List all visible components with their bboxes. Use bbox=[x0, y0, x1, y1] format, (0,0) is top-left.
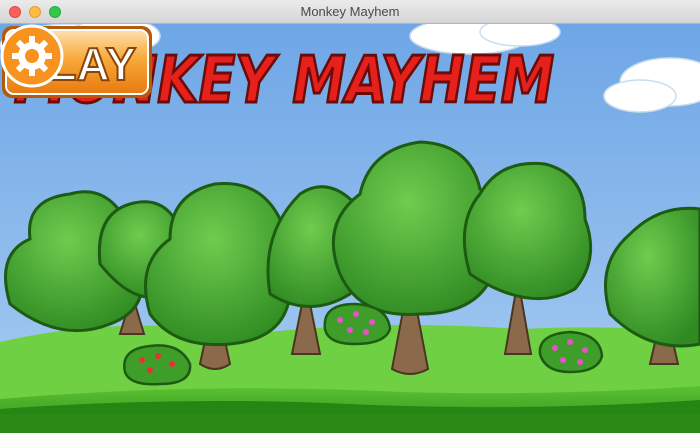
game-scene: MONKEY MAYHEM PLAY bbox=[0, 24, 700, 433]
title-bar: Monkey Mayhem bbox=[0, 0, 700, 24]
bush-pink-flowers-right bbox=[538, 330, 604, 374]
game-window: Monkey Mayhem MONKEY MAYHEM PLAY bbox=[0, 0, 700, 433]
desktop-strip-below-window bbox=[0, 414, 700, 433]
gear-icon[interactable] bbox=[12, 36, 52, 76]
window-title: Monkey Mayhem bbox=[300, 4, 400, 19]
bush-pink-flowers-center bbox=[323, 302, 392, 346]
bush-red-flowers bbox=[123, 344, 192, 386]
settings-button[interactable] bbox=[0, 24, 64, 88]
